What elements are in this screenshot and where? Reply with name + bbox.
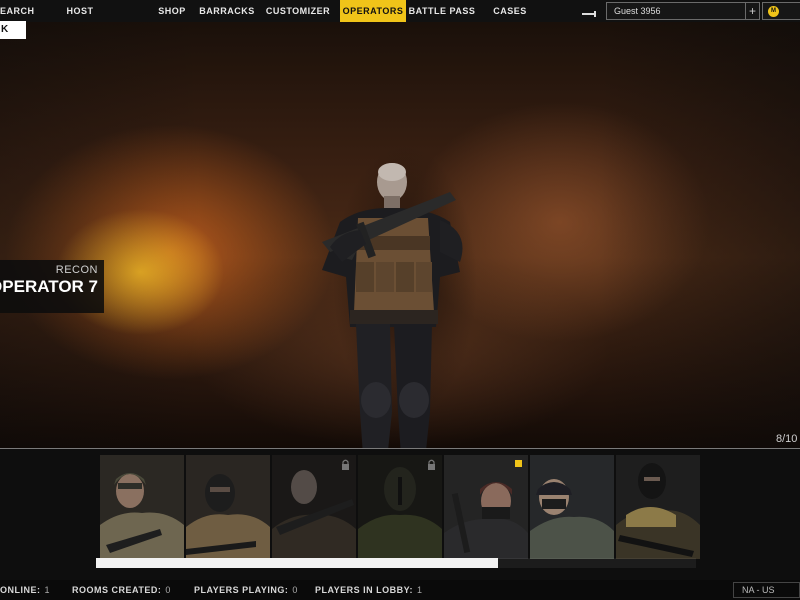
operator-counter: 8/10: [776, 433, 798, 445]
operator-portrait-cap-icon: [530, 455, 614, 559]
nav-customizer[interactable]: CUSTOMIZER: [266, 0, 330, 22]
operator-class: RECON: [55, 264, 98, 276]
playing-stat: PLAYERS PLAYING: 0: [194, 585, 298, 595]
operator-card-6[interactable]: [530, 455, 614, 559]
operator-portrait-helmet-icon: [100, 455, 184, 559]
rooms-stat: ROOMS CREATED: 0: [72, 585, 171, 595]
operator-card-4[interactable]: [358, 455, 442, 559]
operator-portrait-bald-icon: [272, 455, 356, 559]
lobby-label: PLAYERS IN LOBBY:: [315, 585, 414, 595]
operator-portrait-masked-icon: [358, 455, 442, 559]
username: Guest 3956: [614, 6, 661, 16]
status-bar: ONLINE: 1 ROOMS CREATED: 0 PLAYERS PLAYING…: [0, 580, 800, 600]
operator-preview-scene: [0, 22, 800, 470]
nav-operators[interactable]: OPERATORS: [340, 0, 406, 22]
coin-icon: M: [768, 6, 779, 17]
playing-value: 0: [292, 585, 298, 595]
operator-info-panel: RECON OPERATOR 7: [0, 260, 104, 313]
nav-search[interactable]: EARCH: [0, 0, 34, 22]
nav-shop[interactable]: SHOP: [156, 0, 188, 22]
back-button[interactable]: K: [0, 21, 26, 39]
rooms-label: ROOMS CREATED:: [72, 585, 162, 595]
operator-card-3[interactable]: [272, 455, 356, 559]
rooms-value: 0: [165, 585, 171, 595]
playing-label: PLAYERS PLAYING:: [194, 585, 289, 595]
lock-icon: [342, 459, 349, 470]
lobby-stat: PLAYERS IN LOBBY: 1: [315, 585, 423, 595]
operator-portrait-beanie-icon: [444, 455, 528, 559]
operator-model: [322, 163, 463, 470]
operator-name: OPERATOR 7: [0, 277, 98, 296]
operator-portrait-hood-icon: [616, 455, 700, 559]
region-selector[interactable]: NA - US: [733, 582, 800, 598]
lobby-value: 1: [417, 585, 423, 595]
add-currency-button[interactable]: +: [745, 2, 760, 20]
nav-host[interactable]: HOST: [30, 0, 130, 22]
new-badge: [515, 460, 522, 467]
nav-barracks[interactable]: BARRACKS: [188, 0, 266, 22]
operator-card-2[interactable]: [186, 455, 270, 559]
online-stat: ONLINE: 1: [0, 585, 50, 595]
lock-icon: [428, 459, 435, 470]
online-label: ONLINE:: [0, 585, 41, 595]
carousel-scrollbar-thumb[interactable]: [96, 558, 498, 568]
operator-card-5[interactable]: [444, 455, 528, 559]
online-value: 1: [44, 585, 51, 595]
operator-card-1[interactable]: [100, 455, 184, 559]
currency-box[interactable]: M: [762, 2, 800, 20]
key-icon: [582, 11, 596, 17]
operator-card-7[interactable]: [616, 455, 700, 559]
nav-battle-pass[interactable]: BATTLE PASS: [406, 0, 478, 22]
nav-cases[interactable]: CASES: [478, 0, 542, 22]
operator-shadow: [300, 92, 510, 452]
operator-portrait-balaclava-icon: [186, 455, 270, 559]
user-profile-box[interactable]: Guest 3956: [606, 2, 760, 20]
